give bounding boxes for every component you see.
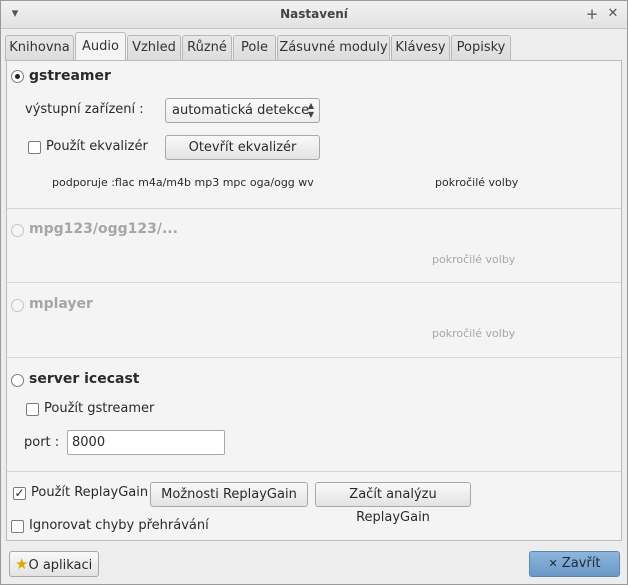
mplayer-label: mplayer <box>29 296 93 312</box>
mplayer-advanced-link[interactable]: pokročilé volby <box>432 327 515 340</box>
gstreamer-advanced-link[interactable]: pokročilé volby <box>435 176 518 189</box>
divider <box>7 357 621 358</box>
close-x-icon: ✕ <box>548 557 558 570</box>
replaygain-analyze-button[interactable]: Začít analýzu ReplayGain <box>315 482 471 525</box>
open-equalizer-button[interactable]: Otevřít ekvalizér <box>165 135 320 160</box>
use-gstreamer-label: Použít gstreamer <box>44 401 155 416</box>
tab-popisky[interactable]: Popisky <box>451 35 511 61</box>
mpg123-radio[interactable] <box>11 224 24 237</box>
mpg123-advanced-link[interactable]: pokročilé volby <box>432 253 515 266</box>
window-title: Nastavení <box>280 7 348 21</box>
use-equalizer-checkbox[interactable] <box>28 141 41 154</box>
use-replaygain-label: Použít ReplayGain <box>31 485 149 500</box>
replaygain-options-button[interactable]: Možnosti ReplayGain <box>150 482 308 507</box>
tab-klavesy[interactable]: Klávesy <box>391 35 450 61</box>
divider <box>7 208 621 209</box>
star-icon: ★ <box>15 555 29 573</box>
tab-vzhled[interactable]: Vzhled <box>127 35 181 61</box>
ignore-errors-label: Ignorovat chyby přehrávání <box>29 518 209 533</box>
spinner-arrows-icon: ▲ ▼ <box>307 101 314 119</box>
output-device-value: automatická detekce <box>172 103 310 118</box>
close-label: Zavřít <box>561 556 601 571</box>
about-button[interactable]: ★O aplikaci <box>9 551 99 577</box>
titlebar: ▾ Nastavení + ✕ <box>1 1 627 29</box>
ignore-errors-checkbox[interactable] <box>11 520 24 533</box>
tab-ruzne[interactable]: Různé <box>182 35 232 61</box>
divider <box>7 282 621 283</box>
port-input[interactable]: 8000 <box>67 430 225 455</box>
use-replaygain-checkbox[interactable]: ✓ <box>13 487 26 500</box>
mpg123-label: mpg123/ogg123/... <box>29 221 178 237</box>
mplayer-radio[interactable] <box>11 299 24 312</box>
icecast-radio[interactable] <box>11 374 24 387</box>
use-equalizer-label: Použít ekvalizér <box>46 139 148 154</box>
maximize-icon[interactable]: + <box>584 6 600 22</box>
output-device-label: výstupní zařízení : <box>25 102 144 117</box>
tab-zasuvne-moduly[interactable]: Zásuvné moduly <box>277 35 390 61</box>
divider <box>7 471 621 472</box>
use-gstreamer-checkbox[interactable] <box>26 403 39 416</box>
about-label: O aplikaci <box>28 558 93 573</box>
close-icon[interactable]: ✕ <box>605 6 621 22</box>
audio-panel: gstreamer výstupní zařízení : automatick… <box>6 60 622 541</box>
output-device-select[interactable]: automatická detekce ▲ ▼ <box>165 98 320 123</box>
tab-audio[interactable]: Audio <box>75 32 126 61</box>
close-button[interactable]: ✕ Zavřít <box>529 551 620 577</box>
tab-pole[interactable]: Pole <box>233 35 276 61</box>
supported-formats-text: podporuje :flac m4a/m4b mp3 mpc oga/ogg … <box>52 176 314 189</box>
gstreamer-radio[interactable] <box>11 70 24 83</box>
preferences-window: ▾ Nastavení + ✕ Knihovna Audio Vzhled Rů… <box>0 0 628 585</box>
tab-knihovna[interactable]: Knihovna <box>5 35 74 61</box>
port-label: port : <box>24 435 60 450</box>
icecast-label: server icecast <box>29 371 140 387</box>
gstreamer-label: gstreamer <box>29 68 111 84</box>
